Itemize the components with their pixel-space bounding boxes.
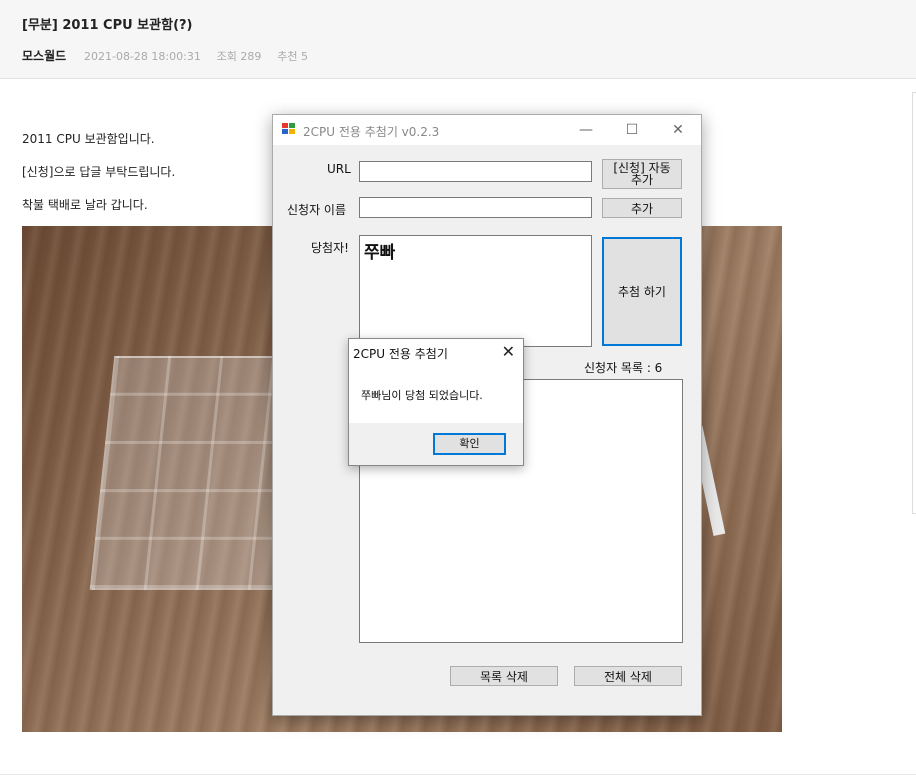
delete-list-button[interactable]: 목록 삭제 — [450, 666, 558, 686]
post-title: [무분] 2011 CPU 보관함(?) — [22, 18, 193, 33]
post-author[interactable]: 모스월드 — [22, 49, 66, 63]
close-button[interactable]: ✕ — [655, 115, 701, 145]
dialog-title: 2CPU 전용 추첨기 — [353, 347, 448, 361]
minimize-button[interactable]: — — [563, 115, 609, 145]
side-panel — [912, 92, 916, 514]
auto-add-button[interactable]: [신청] 자동 추가 — [602, 159, 682, 189]
winner-label: 당첨자! — [311, 241, 349, 255]
winner-textbox[interactable]: 쭈빠 — [359, 235, 592, 347]
applicant-list-count: 신청자 목록 : 6 — [584, 361, 663, 375]
result-dialog: 2CPU 전용 추첨기 ✕ 쭈빠님이 당첨 되었습니다. 확인 — [348, 338, 524, 466]
delete-all-button[interactable]: 전체 삭제 — [574, 666, 682, 686]
dialog-close-icon[interactable]: ✕ — [502, 342, 515, 361]
post-body-line: 2011 CPU 보관함입니다. — [22, 132, 155, 146]
post-body-line: 착불 택배로 날라 갑니다. — [22, 198, 148, 212]
app-icon — [282, 123, 296, 135]
divider — [0, 774, 916, 775]
window-titlebar[interactable]: 2CPU 전용 추첨기 v0.2.3 — ☐ ✕ — [273, 115, 701, 145]
add-button[interactable]: 추가 — [602, 198, 682, 218]
url-input[interactable] — [359, 161, 592, 182]
post-meta: 모스월드 2021-08-28 18:00:31 조회 289 추천 5 — [22, 47, 320, 64]
post-header: [무분] 2011 CPU 보관함(?) 모스월드 2021-08-28 18:… — [0, 0, 916, 79]
draw-button[interactable]: 추첨 하기 — [602, 237, 682, 346]
dialog-ok-button[interactable]: 확인 — [433, 433, 506, 455]
post-views: 조회 289 — [216, 50, 262, 63]
post-body-line: [신청]으로 답글 부탁드립니다. — [22, 165, 176, 179]
maximize-button[interactable]: ☐ — [609, 115, 655, 145]
window-title: 2CPU 전용 추첨기 v0.2.3 — [303, 125, 440, 139]
applicant-name-input[interactable] — [359, 197, 592, 218]
url-label: URL — [327, 162, 351, 176]
dialog-footer: 확인 — [349, 423, 523, 465]
dialog-message: 쭈빠님이 당첨 되었습니다. — [361, 389, 483, 402]
post-recommends: 추천 5 — [277, 50, 308, 63]
post-date: 2021-08-28 18:00:31 — [84, 50, 201, 63]
applicant-name-label: 신청자 이름 — [287, 203, 347, 217]
